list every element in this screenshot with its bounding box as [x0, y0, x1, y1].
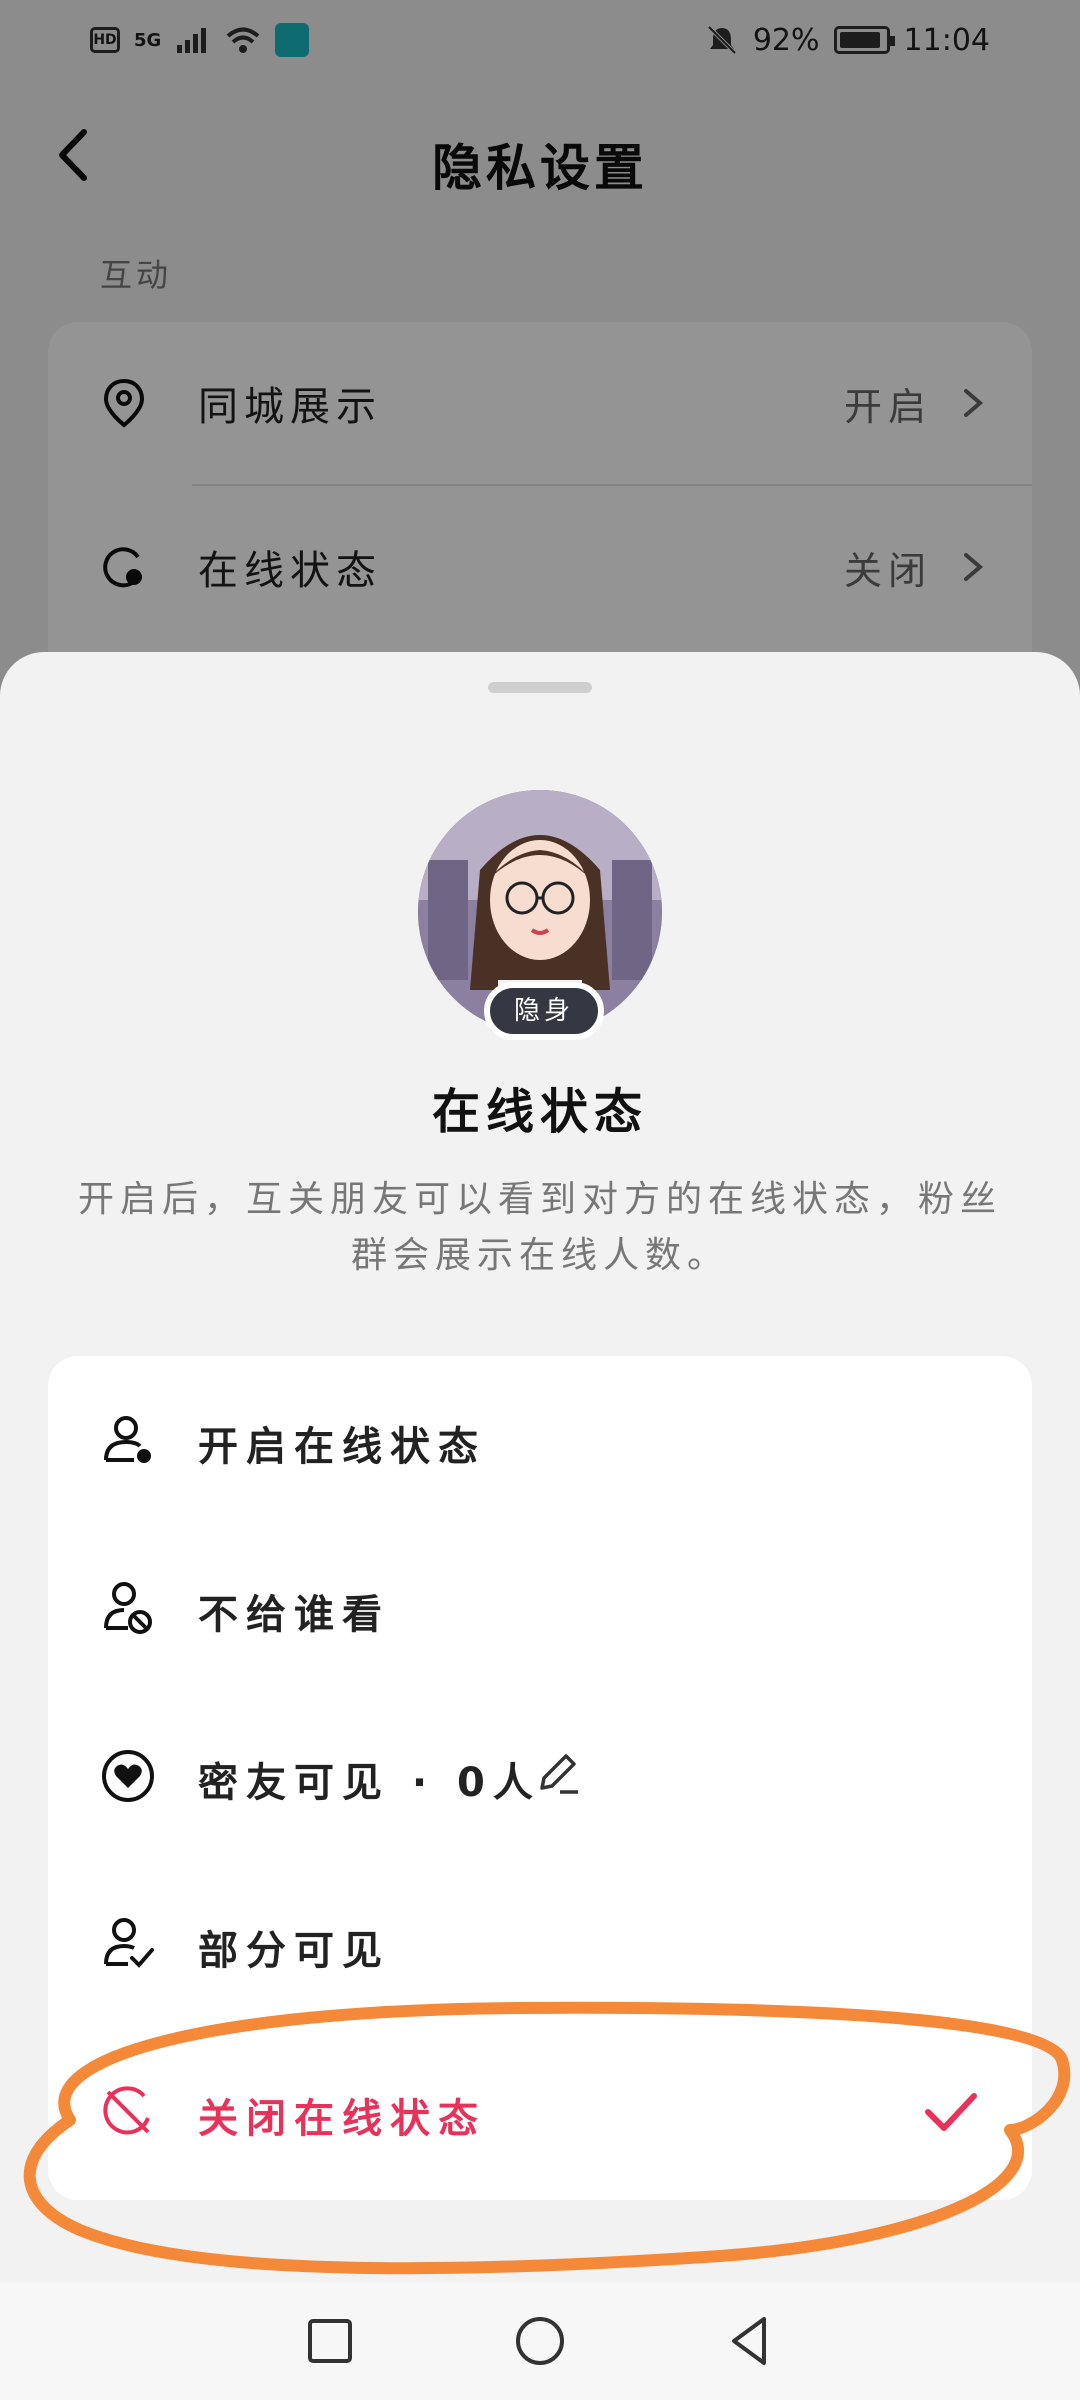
checkmark-icon	[925, 2093, 977, 2131]
sheet-description: 开启后，互关朋友可以看到对方的在线状态，粉丝群会展示在线人数。	[77, 1179, 1002, 1276]
option-enable-online-status[interactable]: 开启在线状态	[48, 1356, 1032, 1524]
option-partially-visible[interactable]: 部分可见	[48, 1860, 1032, 2028]
screen: HD 5G 92% 11:04 隐私设置 互动 同城展示 开启 在线状态 关闭 …	[0, 0, 1080, 2400]
heart-circle-icon	[102, 1750, 154, 1802]
option-disable-online-status[interactable]: 关闭在线状态	[48, 2028, 1032, 2196]
options-card: 开启在线状态 不给谁看 密友可见 · 0人 部分可见 关闭在线状态	[48, 1356, 1032, 2200]
bottom-sheet: 隐身 在线状态 开启后，互关朋友可以看到对方的在线状态，粉丝群会展示在线人数。 …	[0, 652, 1080, 2282]
hidden-status-icon	[103, 2086, 150, 2135]
option-label: 密友可见 · 0人	[198, 1760, 541, 1806]
back-triangle-icon[interactable]	[720, 2311, 780, 2371]
home-circle-icon[interactable]	[510, 2311, 570, 2371]
recent-apps-square-icon[interactable]	[300, 2311, 360, 2371]
navigation-bar	[0, 2282, 1080, 2400]
option-label: 关闭在线状态	[198, 2096, 486, 2142]
sheet-grabber[interactable]	[488, 682, 592, 693]
invisible-badge: 隐身	[484, 982, 604, 1040]
option-label: 开启在线状态	[198, 1424, 486, 1470]
option-label: 部分可见	[198, 1928, 390, 1974]
avatar-wrap: 隐身	[418, 790, 662, 1040]
edit-pencil-icon[interactable]	[532, 1748, 584, 1800]
option-close-friends[interactable]: 密友可见 · 0人	[48, 1692, 1032, 1860]
person-online-icon	[104, 1416, 151, 1463]
person-blocked-icon	[104, 1582, 152, 1634]
option-hide-from[interactable]: 不给谁看	[48, 1524, 1032, 1692]
sheet-title: 在线状态	[431, 1084, 648, 1140]
person-check-icon	[104, 1918, 154, 1968]
option-label: 不给谁看	[198, 1592, 390, 1638]
